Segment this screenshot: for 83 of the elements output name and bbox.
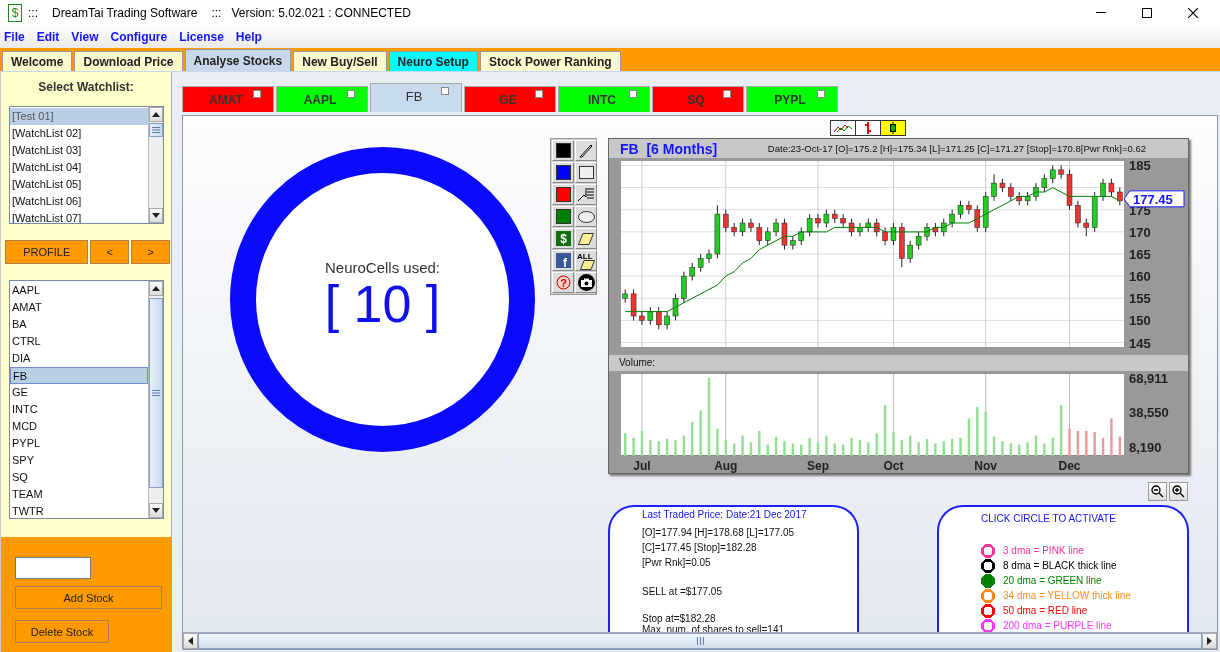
symbol-item[interactable]: MCD bbox=[10, 418, 148, 435]
watchlist-item[interactable]: [Test 01] bbox=[10, 108, 148, 125]
axis-label: 160 bbox=[1129, 269, 1151, 285]
watchlist-item[interactable]: [WatchList 03] bbox=[10, 142, 148, 159]
symbol-item[interactable]: SPY bbox=[10, 452, 148, 469]
tab[interactable]: Analyse Stocks bbox=[184, 49, 292, 71]
axis-label: 170 bbox=[1129, 224, 1151, 240]
dma-label: 20 dma = GREEN line bbox=[1003, 575, 1102, 586]
watchlist-item[interactable]: [WatchList 06] bbox=[10, 193, 148, 210]
eraser-all-tool-button[interactable]: ALL bbox=[575, 250, 597, 271]
watchlist-item[interactable]: [WatchList 02] bbox=[10, 125, 148, 142]
menu-item[interactable]: Configure bbox=[110, 29, 168, 44]
info-line: Stop at=$182.28 bbox=[642, 613, 716, 624]
tab[interactable]: Stock Power Ranking bbox=[479, 51, 621, 71]
info-line: [C]=177.45 [Stop]=182.28 bbox=[642, 541, 758, 555]
tab[interactable]: Neuro Setup bbox=[388, 51, 478, 71]
card-heading: CLICK CIRCLE TO ACTIVATE bbox=[981, 513, 1117, 524]
previous-button[interactable]: < bbox=[90, 240, 130, 264]
axis-label: 145 bbox=[1129, 335, 1151, 349]
delete-stock-button[interactable]: Delete Stock bbox=[15, 620, 109, 643]
symbol-item[interactable]: BA bbox=[10, 316, 148, 333]
panel-heading: Select Watchlist: bbox=[37, 79, 135, 96]
separator-text: ::: bbox=[28, 5, 38, 20]
symbol-item[interactable]: GE bbox=[10, 384, 148, 401]
card-heading: Last Traded Price: Date:21 Dec 2017 bbox=[642, 509, 808, 520]
dma-label: 34 dma = YELLOW thick line bbox=[1003, 590, 1131, 601]
next-button[interactable]: > bbox=[131, 240, 170, 264]
symbol-item[interactable]: INTC bbox=[10, 401, 148, 418]
axis-label: 38,550 bbox=[1129, 405, 1169, 421]
symbol-item[interactable]: TEAM bbox=[10, 486, 148, 503]
symbol-item[interactable]: AAPL bbox=[10, 282, 148, 299]
menu-item[interactable]: Help bbox=[235, 29, 262, 44]
watchlist-item[interactable]: [WatchList 04] bbox=[10, 159, 148, 176]
symbol-item[interactable]: SQ bbox=[10, 469, 148, 486]
dma-label: 3 dma = PINK line bbox=[1003, 545, 1084, 556]
tab[interactable]: New Buy/Sell bbox=[293, 51, 387, 71]
chart-info: Date:23-Oct-17 [O]=175.2 [H]=175.34 [L]=171.25 [C]=171.27 [Stop]=170.8[Pwr Rnk]=0.62 bbox=[767, 143, 1146, 154]
app-icon: $ bbox=[8, 3, 22, 22]
symbol-item[interactable]: FB bbox=[10, 367, 148, 384]
symbol-item[interactable]: PYPL bbox=[10, 435, 148, 452]
axis-label: Nov bbox=[974, 459, 997, 473]
dma-label: 8 dma = BLACK thick line bbox=[1003, 560, 1117, 571]
info-line: [Pwr Rnk]=0.05 bbox=[642, 556, 712, 570]
axis-label: 185 bbox=[1129, 161, 1151, 174]
axis-label: 68,911 bbox=[1129, 374, 1169, 386]
connection-status: Version: 5.02.021 : CONNECTED bbox=[231, 5, 411, 20]
neuro-count: [ 10 ] bbox=[324, 276, 441, 332]
profile-button[interactable]: PROFILE bbox=[5, 240, 89, 264]
symbol-item[interactable]: DIA bbox=[10, 350, 148, 367]
menu-item[interactable]: File bbox=[4, 29, 25, 44]
axis-label: 150 bbox=[1129, 313, 1151, 329]
dma-label: 200 dma = PURPLE line bbox=[1003, 620, 1112, 631]
symbol-item[interactable]: CTRL bbox=[10, 333, 148, 350]
info-line: SELL at =$177.05 bbox=[642, 585, 723, 599]
stock-tab[interactable]: FB bbox=[370, 83, 462, 112]
symbol-item[interactable]: TWTR bbox=[10, 503, 148, 518]
dma-label: 50 dma = RED line bbox=[1003, 605, 1088, 616]
axis-label: 165 bbox=[1129, 247, 1151, 262]
symbol-item[interactable]: AMAT bbox=[10, 299, 148, 316]
window-title: DreamTai Trading Software bbox=[52, 5, 198, 20]
stock-tab[interactable]: INTC bbox=[558, 86, 650, 112]
axis-label: Aug bbox=[714, 459, 738, 473]
tab[interactable]: Welcome bbox=[2, 51, 73, 71]
menu-item[interactable]: License bbox=[179, 29, 224, 44]
chart-title: FB [6 Months] bbox=[620, 140, 718, 157]
info-line: [O]=177.94 [H]=178.68 [L]=177.05 bbox=[642, 526, 796, 540]
menu-item[interactable]: Edit bbox=[36, 29, 60, 44]
stock-tab[interactable]: PYPL bbox=[746, 86, 838, 112]
menu-item[interactable]: View bbox=[71, 29, 99, 44]
watchlist-item[interactable]: [WatchList 05] bbox=[10, 176, 148, 193]
neuro-label: NeuroCells used: bbox=[324, 259, 441, 276]
axis-label: Oct bbox=[883, 459, 904, 473]
axis-label: 155 bbox=[1129, 291, 1151, 307]
axis-label: Jul bbox=[633, 459, 651, 473]
axis-label: Sep bbox=[807, 459, 829, 473]
stock-tab[interactable]: AAPL bbox=[276, 86, 368, 112]
current-price-label: 177.45 bbox=[1123, 190, 1185, 208]
axis-label: Dec bbox=[1058, 459, 1081, 473]
add-stock-button[interactable]: Add Stock bbox=[15, 586, 162, 609]
axis-label: 8,190 bbox=[1129, 439, 1162, 455]
volume-label: Volume: bbox=[609, 355, 1188, 371]
separator-text: ::: bbox=[211, 5, 222, 20]
tab[interactable]: Download Price bbox=[74, 51, 183, 71]
